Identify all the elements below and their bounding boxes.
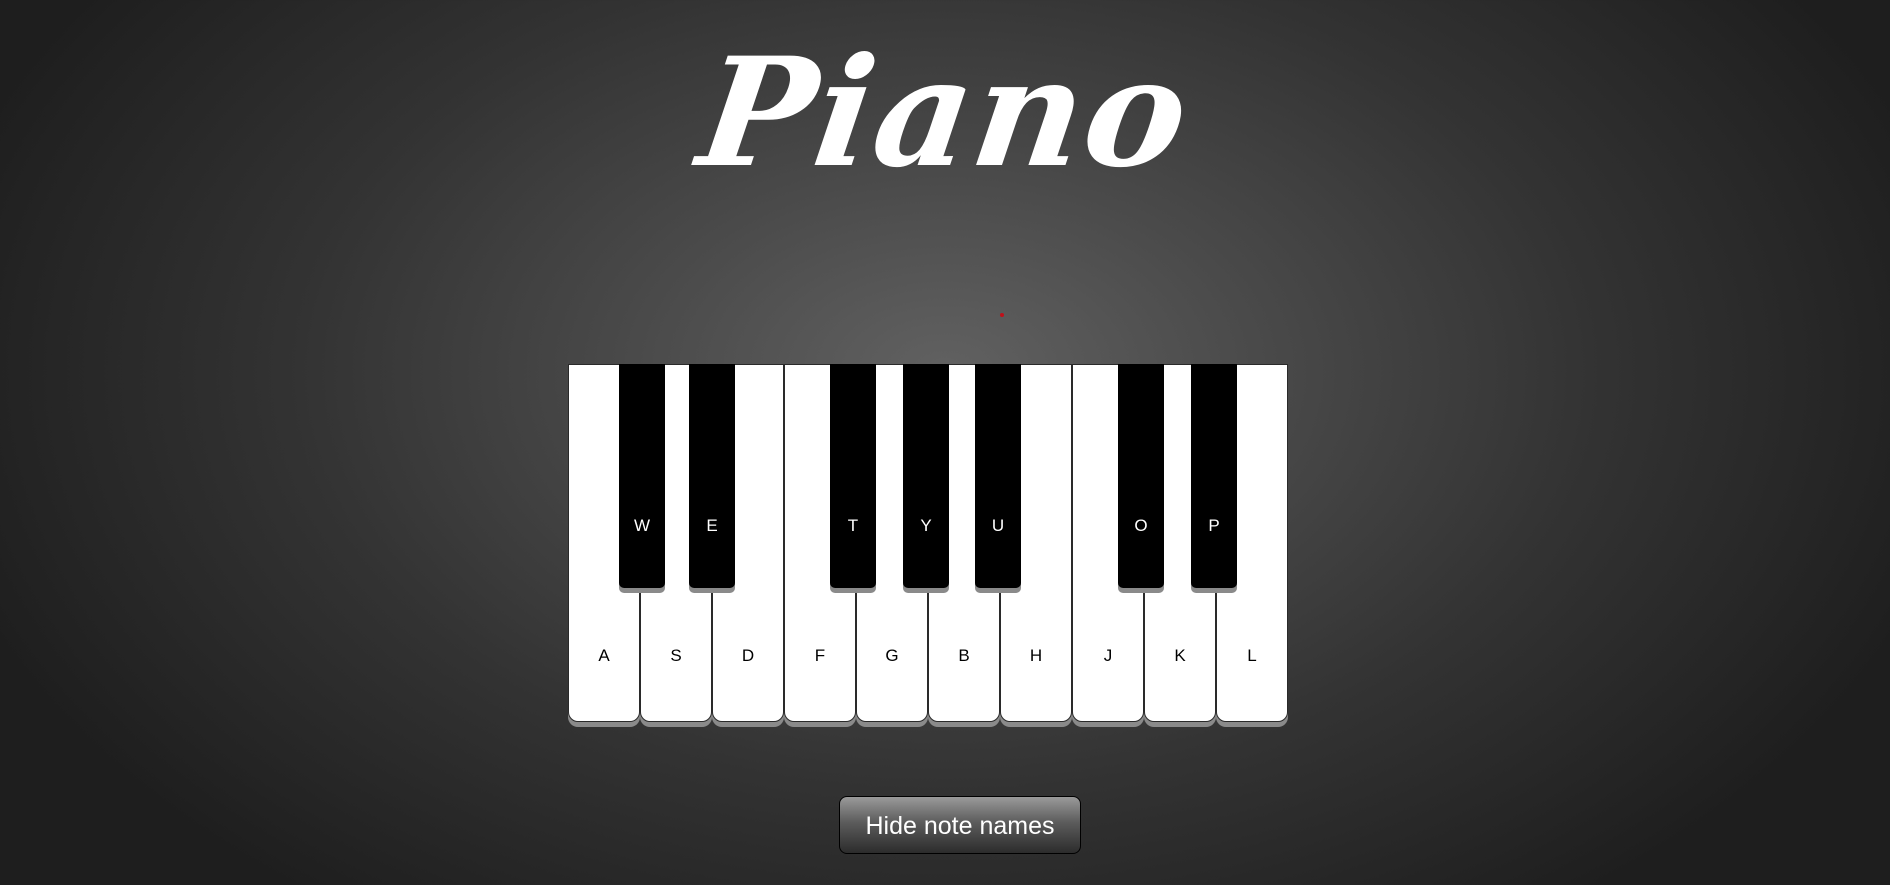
- black-key-p[interactable]: P: [1191, 364, 1237, 588]
- key-label: S: [670, 646, 682, 665]
- key-label: K: [1174, 646, 1186, 665]
- key-label: G: [885, 646, 899, 665]
- key-label: O: [1134, 516, 1148, 535]
- key-label: E: [706, 516, 718, 535]
- key-label: F: [814, 646, 826, 665]
- key-label: B: [958, 646, 970, 665]
- key-label: U: [991, 516, 1005, 535]
- key-label: D: [741, 646, 755, 665]
- key-label: W: [633, 516, 651, 535]
- key-label: H: [1029, 646, 1043, 665]
- black-key-o[interactable]: O: [1118, 364, 1164, 588]
- key-label: A: [598, 646, 610, 665]
- black-key-e[interactable]: E: [689, 364, 735, 588]
- key-label: T: [847, 516, 859, 535]
- key-label: L: [1247, 646, 1257, 665]
- black-key-u[interactable]: U: [975, 364, 1021, 588]
- black-key-y[interactable]: Y: [903, 364, 949, 588]
- piano-keyboard: A S D F G B H J K L W E T Y U O P: [568, 364, 1290, 728]
- hide-note-names-button[interactable]: Hide note names: [839, 796, 1081, 854]
- key-label: Y: [920, 516, 932, 535]
- red-dot-marker: [1000, 313, 1004, 317]
- black-key-t[interactable]: T: [830, 364, 876, 588]
- page-title: Piano: [689, 25, 1201, 201]
- black-key-w[interactable]: W: [619, 364, 665, 588]
- key-label: P: [1208, 516, 1220, 535]
- key-label: J: [1103, 646, 1113, 665]
